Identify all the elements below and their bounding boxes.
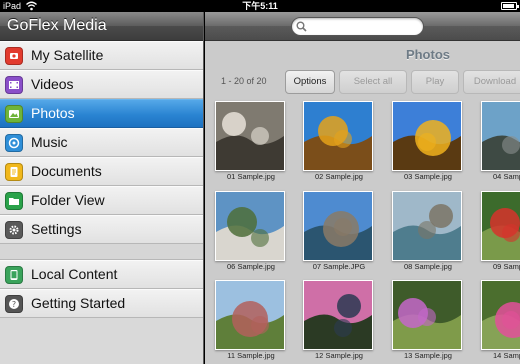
photo-tile[interactable]: 11 Sample.jpg bbox=[215, 280, 287, 360]
photo-tile[interactable]: 13 Sample.jpg bbox=[392, 280, 464, 360]
photo-caption: 04 Sample.jpg bbox=[493, 172, 520, 181]
photos-icon bbox=[5, 105, 23, 123]
photo-caption: 09 Sample.jpg bbox=[493, 262, 520, 271]
photo-caption: 13 Sample.jpg bbox=[404, 351, 452, 360]
play-button[interactable]: Play bbox=[411, 70, 459, 94]
photo-caption: 01 Sample.jpg bbox=[227, 172, 275, 181]
photo-caption: 02 Sample.jpg bbox=[315, 172, 363, 181]
sidebar-item-documents[interactable]: Documents bbox=[0, 157, 203, 186]
search-icon bbox=[296, 21, 307, 32]
app-title: GoFlex Media bbox=[0, 12, 203, 41]
sidebar-divider bbox=[0, 244, 203, 260]
sidebar-item-photos[interactable]: Photos bbox=[0, 99, 203, 128]
photo-thumbnail[interactable] bbox=[392, 191, 462, 261]
main-panel: Photos 1 - 20 of 20 Options Select all P… bbox=[205, 12, 520, 364]
photo-tile[interactable]: 14 Sample.jpg bbox=[481, 280, 520, 360]
sidebar-item-music[interactable]: Music bbox=[0, 128, 203, 157]
photo-caption: 06 Sample.jpg bbox=[227, 262, 275, 271]
videos-icon bbox=[5, 76, 23, 94]
photo-caption: 07 Sample.JPG bbox=[312, 262, 366, 271]
photo-thumbnail[interactable] bbox=[303, 280, 373, 350]
sidebar-item-getting-started[interactable]: ? Getting Started bbox=[0, 289, 203, 318]
photo-tile[interactable]: 09 Sample.jpg bbox=[481, 191, 520, 271]
sidebar-item-my-satellite[interactable]: My Satellite bbox=[0, 41, 203, 70]
photo-caption: 08 Sample.jpg bbox=[404, 262, 452, 271]
sidebar-item-label: My Satellite bbox=[31, 47, 104, 63]
photo-toolbar: 1 - 20 of 20 Options Select all Play Dow… bbox=[205, 68, 520, 97]
clock: 下午5:11 bbox=[242, 1, 278, 11]
options-button[interactable]: Options bbox=[285, 70, 335, 94]
satellite-icon bbox=[5, 47, 23, 65]
sidebar-item-videos[interactable]: Videos bbox=[0, 70, 203, 99]
folder-icon bbox=[5, 192, 23, 210]
photo-tile[interactable]: 12 Sample.jpg bbox=[303, 280, 375, 360]
item-range: 1 - 20 of 20 bbox=[221, 76, 267, 86]
help-icon: ? bbox=[5, 295, 23, 313]
photo-tile[interactable]: 07 Sample.JPG bbox=[303, 191, 375, 271]
photo-thumbnail[interactable] bbox=[215, 101, 285, 171]
sidebar-item-label: Music bbox=[31, 134, 68, 150]
sidebar-item-label: Local Content bbox=[31, 266, 118, 282]
content-header: Photos bbox=[205, 41, 520, 68]
search-input[interactable] bbox=[291, 17, 424, 36]
sidebar: GoFlex Media My Satellite Videos Photos Mus… bbox=[0, 12, 204, 364]
photo-caption: 11 Sample.jpg bbox=[227, 351, 275, 360]
sidebar-item-label: Getting Started bbox=[31, 295, 126, 311]
photo-thumbnail[interactable] bbox=[303, 101, 373, 171]
photo-grid: 01 Sample.jpg 02 Sample.jpg 03 Sample.jpg 0… bbox=[205, 101, 520, 364]
battery-icon bbox=[501, 2, 519, 10]
photo-caption: 12 Sample.jpg bbox=[315, 351, 363, 360]
music-icon bbox=[5, 134, 23, 152]
photo-thumbnail[interactable] bbox=[215, 280, 285, 350]
svg-text:?: ? bbox=[12, 300, 16, 309]
sidebar-item-label: Videos bbox=[31, 76, 74, 92]
sidebar-item-label: Documents bbox=[31, 163, 102, 179]
sidebar-bottom-menu: Local Content? Getting Started bbox=[0, 260, 203, 318]
photo-thumbnail[interactable] bbox=[392, 101, 462, 171]
photo-thumbnail[interactable] bbox=[303, 191, 373, 261]
gear-icon bbox=[5, 221, 23, 239]
page-title: Photos bbox=[405, 47, 450, 62]
photo-thumbnail[interactable] bbox=[481, 101, 520, 171]
photo-thumbnail[interactable] bbox=[215, 191, 285, 261]
photo-tile[interactable]: 02 Sample.jpg bbox=[303, 101, 375, 181]
sidebar-item-local-content[interactable]: Local Content bbox=[0, 260, 203, 289]
sidebar-item-label: Folder View bbox=[31, 192, 105, 208]
sidebar-menu: My Satellite Videos Photos Music Documents Fo… bbox=[0, 41, 203, 244]
photo-thumbnail[interactable] bbox=[481, 191, 520, 261]
photo-caption: 14 Sample.jpg bbox=[493, 351, 520, 360]
sidebar-item-folder-view[interactable]: Folder View bbox=[0, 186, 203, 215]
photo-tile[interactable]: 08 Sample.jpg bbox=[392, 191, 464, 271]
sidebar-item-settings[interactable]: Settings bbox=[0, 215, 203, 244]
sidebar-item-label: Settings bbox=[31, 221, 82, 237]
download-button[interactable]: Download bbox=[463, 70, 520, 94]
search-bar bbox=[205, 12, 520, 41]
photo-thumbnail[interactable] bbox=[481, 280, 520, 350]
photo-tile[interactable]: 04 Sample.jpg bbox=[481, 101, 520, 181]
photo-tile[interactable]: 06 Sample.jpg bbox=[215, 191, 287, 271]
sidebar-item-label: Photos bbox=[31, 105, 75, 121]
photo-tile[interactable]: 03 Sample.jpg bbox=[392, 101, 464, 181]
select-all-button[interactable]: Select all bbox=[339, 70, 407, 94]
photo-caption: 03 Sample.jpg bbox=[404, 172, 452, 181]
documents-icon bbox=[5, 163, 23, 181]
photo-thumbnail[interactable] bbox=[392, 280, 462, 350]
photo-tile[interactable]: 01 Sample.jpg bbox=[215, 101, 287, 181]
status-bar: iPad 下午5:11 bbox=[0, 0, 520, 12]
ipad-icon bbox=[5, 266, 23, 284]
